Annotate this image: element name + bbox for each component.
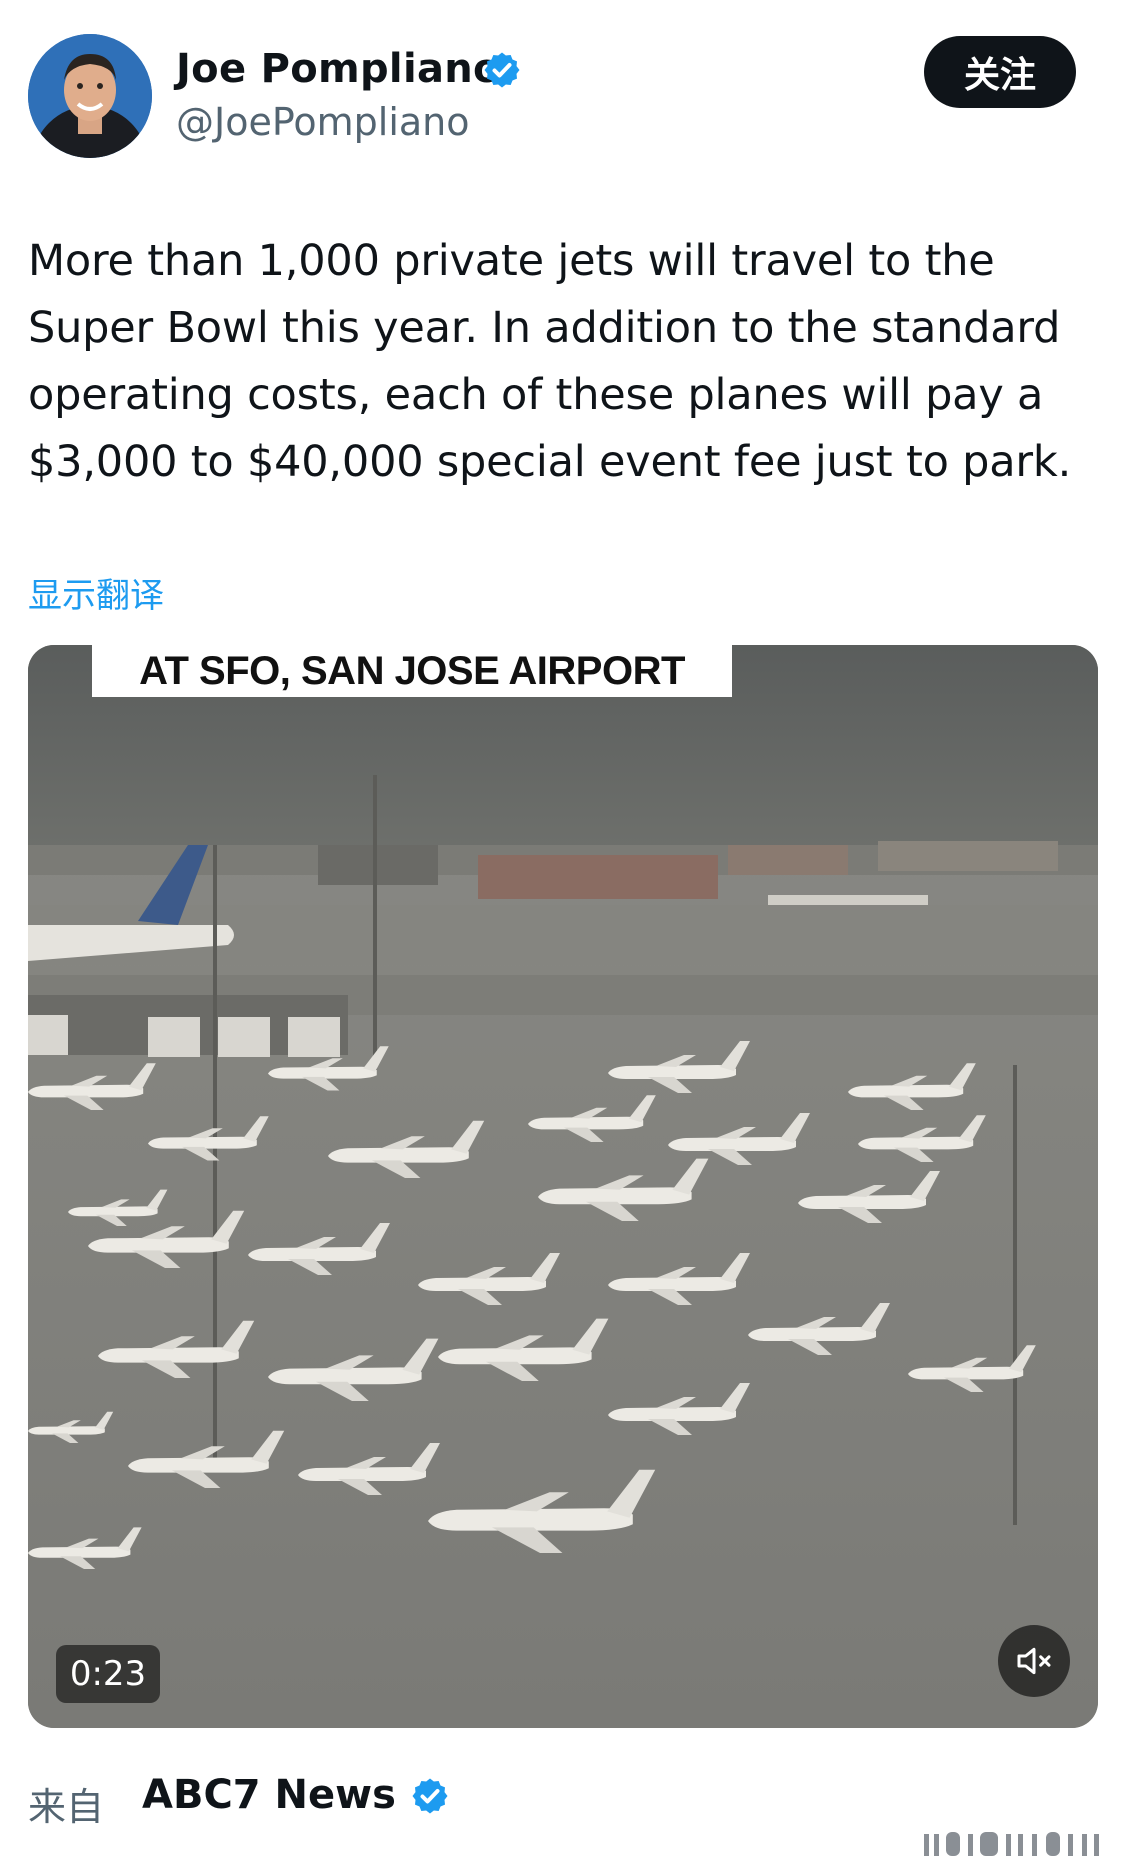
video-duration: 0:23 xyxy=(56,1645,160,1703)
verified-badge-icon xyxy=(412,1778,448,1814)
tweet-text: More than 1,000 private jets will travel… xyxy=(28,236,1072,487)
video-caption: AT SFO, SAN JOSE AIRPORT xyxy=(92,645,732,697)
video-frame-airport-jets xyxy=(28,645,1098,1728)
video-player[interactable]: AT SFO, SAN JOSE AIRPORT 0:23 xyxy=(28,645,1098,1728)
source-prefix: 来自 xyxy=(28,1785,105,1829)
author-handle[interactable]: @JoePompliano xyxy=(176,100,470,144)
follow-button[interactable]: 关注 xyxy=(924,36,1076,108)
author-name[interactable]: Joe Pompliano xyxy=(176,46,501,92)
speaker-muted-icon xyxy=(1017,1647,1051,1675)
translate-link[interactable]: 显示翻译 xyxy=(28,568,164,617)
mute-toggle-button[interactable] xyxy=(998,1625,1070,1697)
avatar-photo xyxy=(28,34,152,158)
watermark xyxy=(924,1832,1099,1856)
avatar[interactable] xyxy=(28,34,152,158)
verified-badge-icon xyxy=(484,52,520,88)
source-name[interactable]: ABC7 News xyxy=(142,1772,396,1818)
